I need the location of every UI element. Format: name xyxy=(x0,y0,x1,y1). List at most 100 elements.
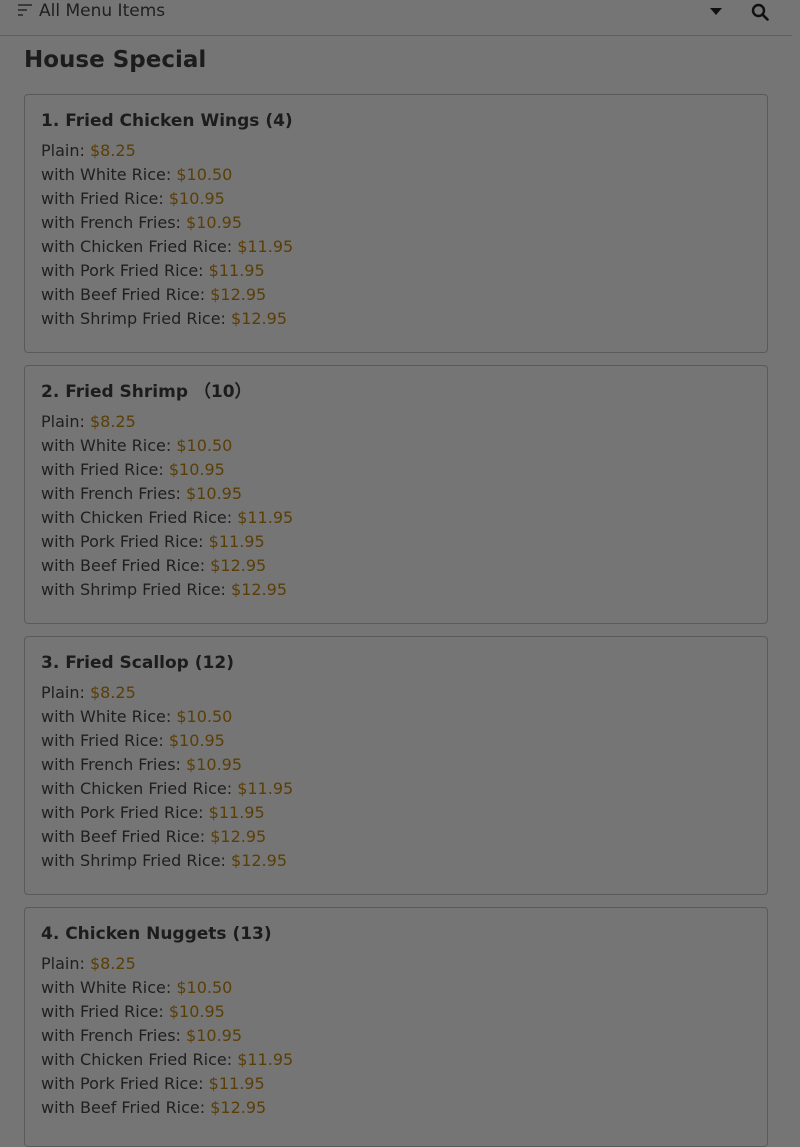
price-option-label: with Pork Fried Rice: xyxy=(41,532,204,551)
price-row: with Shrimp Fried Rice: $12.95 xyxy=(41,578,751,602)
price-option-label: Plain: xyxy=(41,954,85,973)
price-row: with Chicken Fried Rice: $11.95 xyxy=(41,777,751,801)
price-row: with Chicken Fried Rice: $11.95 xyxy=(41,235,751,259)
price-row: with White Rice: $10.50 xyxy=(41,705,751,729)
price-value: $10.50 xyxy=(176,707,233,726)
price-value: $12.95 xyxy=(210,285,267,304)
price-row: with Fried Rice: $10.95 xyxy=(41,458,751,482)
price-option-label: with French Fries: xyxy=(41,213,181,232)
price-value: $10.95 xyxy=(186,484,243,503)
price-value: $12.95 xyxy=(231,580,287,599)
price-value: $11.95 xyxy=(208,261,265,280)
price-option-label: with Pork Fried Rice: xyxy=(41,1074,204,1093)
menu-item-card[interactable]: 3. Fried Scallop (12) Plain: $8.25 with … xyxy=(24,636,768,895)
price-value: $8.25 xyxy=(89,683,136,702)
price-option-label: with White Rice: xyxy=(41,707,172,726)
price-option-label: with Pork Fried Rice: xyxy=(41,261,204,280)
price-row: Plain: $8.25 xyxy=(41,410,751,434)
filter-icon[interactable] xyxy=(18,4,32,20)
price-value: $11.95 xyxy=(237,508,294,527)
price-row: with Pork Fried Rice: $11.95 xyxy=(41,1072,751,1096)
price-option-label: with Chicken Fried Rice: xyxy=(41,237,233,256)
price-row: with White Rice: $10.50 xyxy=(41,976,751,1000)
price-row: with Fried Rice: $10.95 xyxy=(41,187,751,211)
section-title: House Special xyxy=(24,47,207,73)
price-option-label: with Chicken Fried Rice: xyxy=(41,508,233,527)
price-option-label: with Chicken Fried Rice: xyxy=(41,779,233,798)
price-option-label: with Chicken Fried Rice: xyxy=(41,1050,233,1069)
price-value: $11.95 xyxy=(237,1050,294,1069)
price-value: $10.95 xyxy=(186,1026,243,1045)
price-option-label: with Beef Fried Rice: xyxy=(41,285,206,304)
price-row: with Shrimp Fried Rice: $12.95 xyxy=(41,307,751,331)
search-icon[interactable] xyxy=(751,3,769,21)
price-option-label: with White Rice: xyxy=(41,165,172,184)
price-row: with Beef Fried Rice: $12.95 xyxy=(41,825,751,849)
menu-item-card[interactable]: 4. Chicken Nuggets (13) Plain: $8.25 wit… xyxy=(24,907,768,1147)
menu-item-card[interactable]: 1. Fried Chicken Wings (4) Plain: $8.25 … xyxy=(24,94,768,353)
price-row: Plain: $8.25 xyxy=(41,681,751,705)
price-option-label: with Shrimp Fried Rice: xyxy=(41,580,226,599)
price-option-label: with Fried Rice: xyxy=(41,731,164,750)
category-bar[interactable]: All Menu Items xyxy=(0,0,792,36)
price-option-label: with Shrimp Fried Rice: xyxy=(41,309,226,328)
price-value: $11.95 xyxy=(237,779,294,798)
price-option-label: with White Rice: xyxy=(41,436,172,455)
price-option-label: with French Fries: xyxy=(41,484,181,503)
price-value: $10.95 xyxy=(168,731,225,750)
price-value: $10.50 xyxy=(176,436,233,455)
price-row: with Chicken Fried Rice: $11.95 xyxy=(41,506,751,530)
price-value: $10.95 xyxy=(168,189,225,208)
price-row: with Beef Fried Rice: $12.95 xyxy=(41,283,751,307)
price-value: $11.95 xyxy=(208,803,265,822)
price-row: with Beef Fried Rice: $12.95 xyxy=(41,554,751,578)
price-option-label: with French Fries: xyxy=(41,755,181,774)
menu-item-card[interactable]: 2. Fried Shrimp （10） Plain: $8.25 with W… xyxy=(24,365,768,624)
caret-down-icon[interactable] xyxy=(710,8,722,15)
price-row: with Pork Fried Rice: $11.95 xyxy=(41,259,751,283)
price-value: $8.25 xyxy=(89,412,136,431)
price-option-label: with Fried Rice: xyxy=(41,460,164,479)
price-option-label: with Beef Fried Rice: xyxy=(41,827,206,846)
price-option-label: with Beef Fried Rice: xyxy=(41,556,206,575)
price-option-label: with Fried Rice: xyxy=(41,1002,164,1021)
price-row: with Chicken Fried Rice: $11.95 xyxy=(41,1048,751,1072)
price-option-label: with White Rice: xyxy=(41,978,172,997)
price-value: $11.95 xyxy=(208,532,265,551)
price-row: with Beef Fried Rice: $12.95 xyxy=(41,1096,751,1120)
price-value: $10.95 xyxy=(186,213,243,232)
price-value: $10.50 xyxy=(176,165,233,184)
price-value: $11.95 xyxy=(237,237,294,256)
price-option-label: Plain: xyxy=(41,141,85,160)
price-row: with Pork Fried Rice: $11.95 xyxy=(41,801,751,825)
price-option-label: with Fried Rice: xyxy=(41,189,164,208)
price-value: $12.95 xyxy=(231,309,287,328)
price-row: with French Fries: $10.95 xyxy=(41,482,751,506)
menu-item-name: 3. Fried Scallop (12) xyxy=(41,653,234,673)
price-row: with French Fries: $10.95 xyxy=(41,1024,751,1048)
menu-item-name: 1. Fried Chicken Wings (4) xyxy=(41,111,293,131)
price-option-label: with Shrimp Fried Rice: xyxy=(41,851,226,870)
price-value: $12.95 xyxy=(231,851,287,870)
price-value: $12.95 xyxy=(210,556,267,575)
price-row: with Shrimp Fried Rice: $12.95 xyxy=(41,849,751,873)
menu-item-name: 2. Fried Shrimp （10） xyxy=(41,382,252,402)
price-value: $12.95 xyxy=(210,827,267,846)
price-row: Plain: $8.25 xyxy=(41,139,751,163)
menu-item-name: 4. Chicken Nuggets (13) xyxy=(41,924,272,944)
price-row: Plain: $8.25 xyxy=(41,952,751,976)
price-option-label: with Pork Fried Rice: xyxy=(41,803,204,822)
price-row: with Pork Fried Rice: $11.95 xyxy=(41,530,751,554)
price-value: $10.50 xyxy=(176,978,233,997)
category-select-label[interactable]: All Menu Items xyxy=(39,1,165,21)
price-value: $10.95 xyxy=(168,1002,225,1021)
price-value: $10.95 xyxy=(186,755,243,774)
price-option-label: with French Fries: xyxy=(41,1026,181,1045)
price-row: with French Fries: $10.95 xyxy=(41,753,751,777)
price-value: $12.95 xyxy=(210,1098,267,1117)
price-row: with White Rice: $10.50 xyxy=(41,163,751,187)
price-value: $11.95 xyxy=(208,1074,265,1093)
price-row: with Fried Rice: $10.95 xyxy=(41,1000,751,1024)
price-row: with White Rice: $10.50 xyxy=(41,434,751,458)
price-value: $10.95 xyxy=(168,460,225,479)
